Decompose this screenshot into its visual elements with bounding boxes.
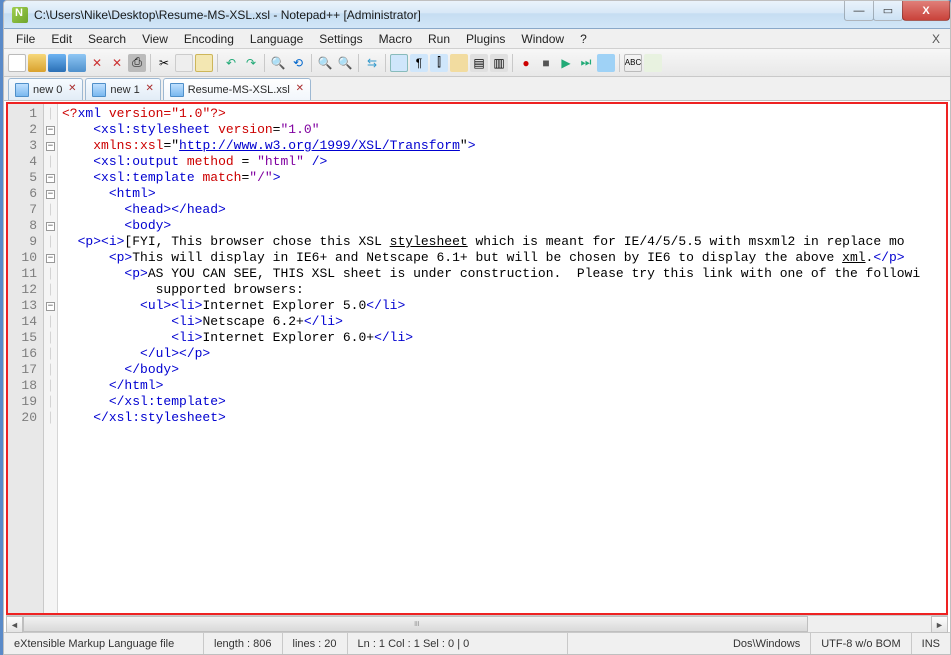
fold-gutter[interactable]: │−−│−−│−│−││−│││││││ [44,104,58,613]
tab-label: new 1 [110,84,139,96]
line-number-gutter: 1234567891011121314151617181920 [8,104,44,613]
docmap-icon[interactable]: ▤ [470,54,488,72]
about-icon[interactable] [644,54,662,72]
tab-new-1[interactable]: new 1 ✕ [85,78,160,100]
redo-icon[interactable]: ↷ [242,54,260,72]
window-buttons: — ▭ X [845,1,950,21]
status-encoding: UTF-8 w/o BOM [811,633,911,654]
file-icon [170,83,184,97]
open-icon[interactable] [28,54,46,72]
wordwrap-icon[interactable] [390,54,408,72]
menu-file[interactable]: File [8,30,43,48]
toolbar: ✕ ✕ ⎙ ✂ ↶ ↷ 🔍 ⟲ 🔍 🔍 ⇆ ¶ ⫿ ▤ ▥ ● ■ ▶ ⏭ AB… [4,49,950,77]
window: C:\Users\Nike\Desktop\Resume-MS-XSL.xsl … [3,0,951,655]
tab-label: new 0 [33,84,62,96]
window-title: C:\Users\Nike\Desktop\Resume-MS-XSL.xsl … [34,8,421,22]
cut-icon[interactable]: ✂ [155,54,173,72]
statusbar: eXtensible Markup Language file length :… [4,632,950,654]
save-icon[interactable] [48,54,66,72]
menu-macro[interactable]: Macro [371,30,420,48]
menu-encoding[interactable]: Encoding [176,30,242,48]
separator [217,54,218,72]
zoomout-icon[interactable]: 🔍 [336,54,354,72]
menu-run[interactable]: Run [420,30,458,48]
status-position: Ln : 1 Col : 1 Sel : 0 | 0 [348,633,568,654]
file-icon [15,83,29,97]
stop-icon[interactable]: ■ [537,54,555,72]
titlebar[interactable]: C:\Users\Nike\Desktop\Resume-MS-XSL.xsl … [4,1,950,29]
playmulti-icon[interactable]: ⏭ [577,54,595,72]
replace-icon[interactable]: ⟲ [289,54,307,72]
close-file-icon[interactable]: ✕ [88,54,106,72]
status-eol: Dos\Windows [723,633,811,654]
menu-help[interactable]: ? [572,30,595,48]
menubar: File Edit Search View Encoding Language … [4,29,950,49]
separator [358,54,359,72]
scroll-right-button[interactable]: ► [931,616,948,633]
funclist-icon[interactable]: ▥ [490,54,508,72]
userlang-icon[interactable] [450,54,468,72]
copy-icon[interactable] [175,54,193,72]
allchars-icon[interactable]: ¶ [410,54,428,72]
code-area[interactable]: <?xml version="1.0"?> <xsl:stylesheet ve… [58,104,946,613]
scroll-thumb[interactable] [23,616,808,632]
tab-new-0[interactable]: new 0 ✕ [8,78,83,100]
app-icon [12,7,28,23]
scroll-left-button[interactable]: ◄ [6,616,23,633]
file-icon [92,83,106,97]
undo-icon[interactable]: ↶ [222,54,240,72]
separator [311,54,312,72]
separator [150,54,151,72]
sync-icon[interactable]: ⇆ [363,54,381,72]
editor[interactable]: 1234567891011121314151617181920 │−−│−−│−… [6,102,948,615]
maximize-button[interactable]: ▭ [873,1,903,21]
zoomin-icon[interactable]: 🔍 [316,54,334,72]
minimize-button[interactable]: — [844,1,874,21]
closeall-icon[interactable]: ✕ [108,54,126,72]
menu-search[interactable]: Search [80,30,134,48]
saveall-icon[interactable] [68,54,86,72]
tabbar: new 0 ✕ new 1 ✕ Resume-MS-XSL.xsl ✕ [4,77,950,101]
menu-view[interactable]: View [134,30,176,48]
spellcheck-icon[interactable]: ABC [624,54,642,72]
play-icon[interactable]: ▶ [557,54,575,72]
menu-edit[interactable]: Edit [43,30,80,48]
mdi-close-button[interactable]: X [926,32,946,46]
horizontal-scrollbar[interactable]: ◄ ► [6,615,948,632]
tab-resume-xsl[interactable]: Resume-MS-XSL.xsl ✕ [163,78,311,100]
record-icon[interactable]: ● [517,54,535,72]
separator [264,54,265,72]
separator [385,54,386,72]
menu-window[interactable]: Window [513,30,572,48]
tab-close-icon[interactable]: ✕ [66,82,78,94]
status-lines: lines : 20 [283,633,348,654]
menu-language[interactable]: Language [242,30,311,48]
close-button[interactable]: X [902,1,950,21]
new-icon[interactable] [8,54,26,72]
status-length: length : 806 [204,633,283,654]
tab-close-icon[interactable]: ✕ [294,82,306,94]
status-overwrite: INS [912,633,950,654]
print-icon[interactable]: ⎙ [128,54,146,72]
separator [619,54,620,72]
indentguides-icon[interactable]: ⫿ [430,54,448,72]
find-icon[interactable]: 🔍 [269,54,287,72]
status-filetype: eXtensible Markup Language file [4,633,204,654]
menu-plugins[interactable]: Plugins [458,30,513,48]
separator [512,54,513,72]
tab-close-icon[interactable]: ✕ [144,82,156,94]
tab-label: Resume-MS-XSL.xsl [188,84,290,96]
savemacro-icon[interactable] [597,54,615,72]
paste-icon[interactable] [195,54,213,72]
menu-settings[interactable]: Settings [311,30,370,48]
